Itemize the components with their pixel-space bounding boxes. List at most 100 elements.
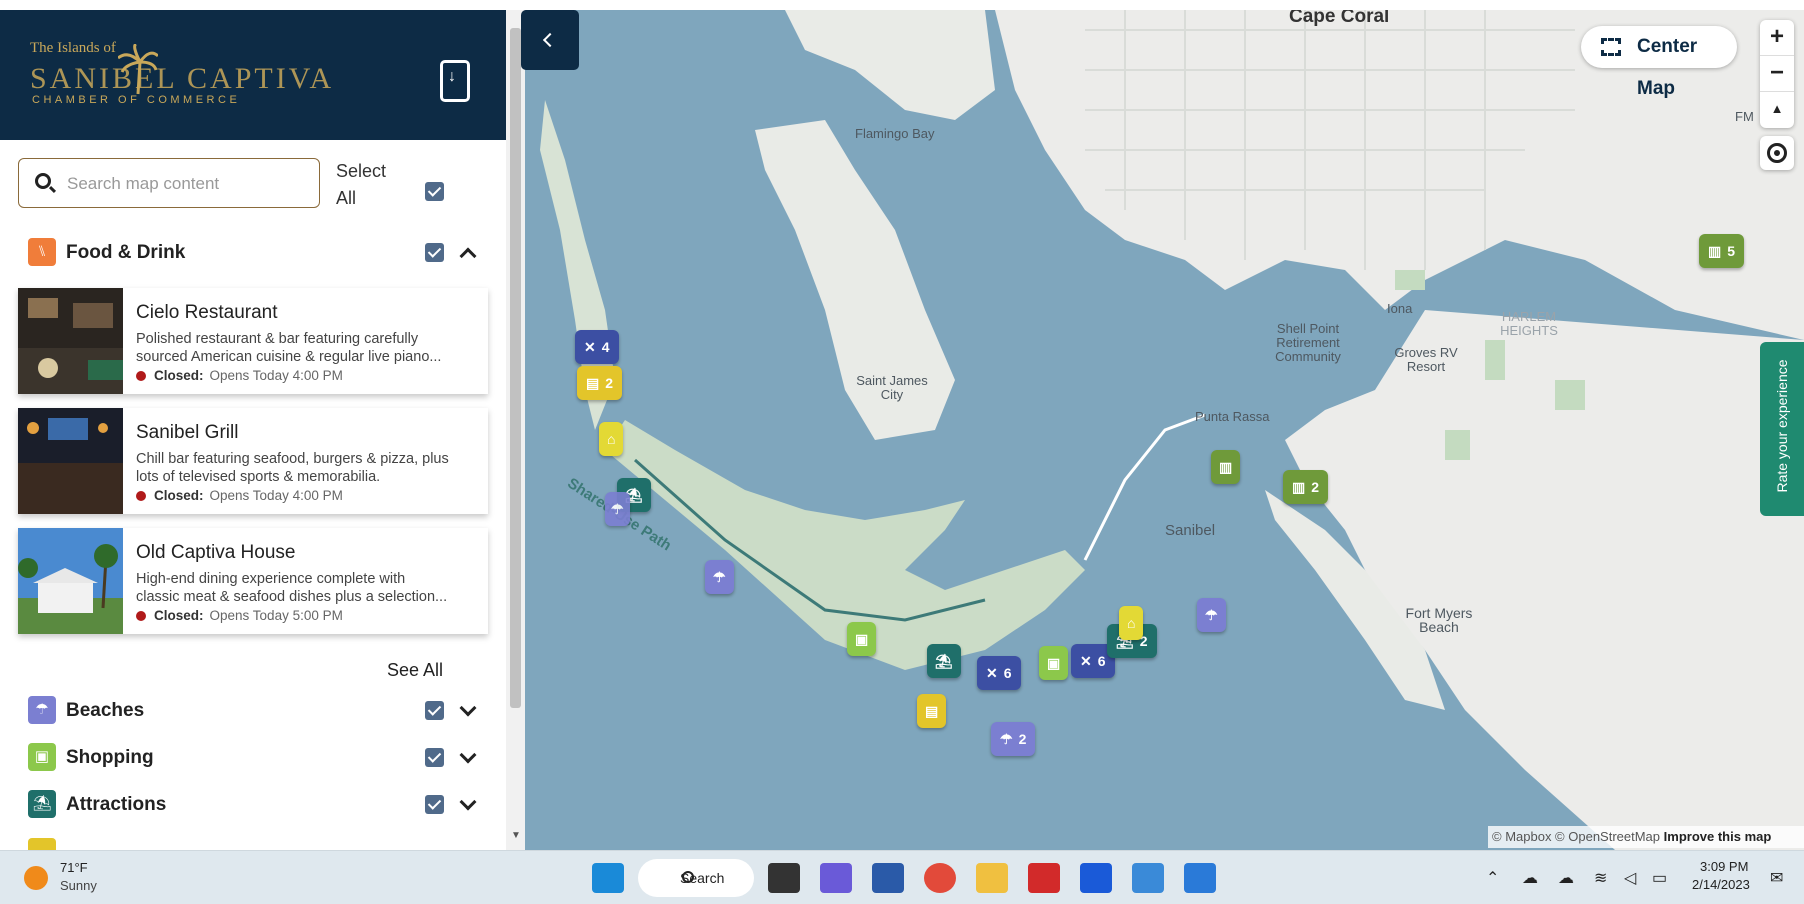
word-icon[interactable]: [872, 863, 904, 893]
marker-count: 6: [1097, 653, 1106, 669]
map-marker-building[interactable]: ▥ 5: [1699, 234, 1745, 268]
chrome-icon[interactable]: [924, 863, 956, 893]
zoom-in-button[interactable]: +: [1760, 20, 1794, 56]
select-all-checkbox[interactable]: [425, 182, 444, 201]
place-card-sanibel-grill[interactable]: Sanibel Grill Chill bar featuring seafoo…: [18, 408, 488, 514]
place-description: lots of televised sports & memorabilia.: [136, 469, 381, 485]
notification-icon[interactable]: ✉: [1770, 868, 1783, 888]
attraction-icon: ⛱: [28, 790, 56, 818]
attractions-checkbox[interactable]: [425, 795, 444, 814]
search-icon: [35, 173, 51, 189]
chevron-down-icon[interactable]: [459, 699, 477, 717]
map-marker-attraction[interactable]: ⛱: [927, 644, 961, 678]
map-marker-lodging[interactable]: ▤: [917, 694, 947, 728]
photos-icon[interactable]: [1184, 863, 1216, 893]
place-card-cielo[interactable]: Cielo Restaurant Polished restaurant & b…: [18, 288, 488, 394]
weather-temperature[interactable]: 71°F: [60, 860, 88, 875]
map-label: Sanibel: [1165, 522, 1216, 539]
map-marker-beach[interactable]: ☂: [605, 492, 630, 526]
improve-map-link[interactable]: Improve this map: [1664, 829, 1772, 844]
hours-text: Opens Today 5:00 PM: [209, 608, 343, 623]
chevron-down-icon[interactable]: [459, 793, 477, 811]
taskbar-search-button[interactable]: Search: [638, 859, 754, 897]
home-icon: ⌂: [1127, 615, 1136, 631]
map-marker-building[interactable]: ▥: [1211, 450, 1241, 484]
logo-line-1: The Islands of: [30, 40, 116, 56]
place-description: sourced American cuisine & regular live …: [136, 349, 442, 365]
clock-time[interactable]: 3:09 PM: [1700, 859, 1748, 874]
map-label: Flamingo Bay: [855, 126, 935, 141]
map-marker-beach[interactable]: ☂: [1197, 598, 1226, 632]
shopping-checkbox[interactable]: [425, 748, 444, 767]
sidebar-scrollbar[interactable]: ▼: [506, 10, 525, 850]
scrollbar-thumb[interactable]: [510, 28, 521, 708]
map-marker-food-drink[interactable]: ✕ 4: [575, 330, 619, 364]
map-label: FM: [1735, 109, 1754, 124]
rate-experience-tab[interactable]: Rate your experience: [1760, 342, 1804, 516]
place-status: Closed: Opens Today 4:00 PM: [136, 368, 343, 383]
beach-umbrella-icon: ☂: [28, 696, 56, 724]
map-label: Iona: [1387, 301, 1413, 316]
map-marker-lodging[interactable]: ▤ 2: [577, 366, 623, 400]
building-icon: ▥: [1708, 243, 1722, 259]
map-marker-food-drink[interactable]: ✕ 6: [977, 656, 1021, 690]
battery-icon[interactable]: ▭: [1652, 868, 1667, 888]
map-marker-shopping[interactable]: ▣: [1039, 646, 1069, 680]
map-label: HARLEM HEIGHTS: [1500, 309, 1558, 338]
place-description: classic meat & seafood dishes plus a sel…: [136, 589, 448, 605]
center-map-button[interactable]: Center Map: [1581, 26, 1737, 99]
onedrive-icon[interactable]: ☁: [1522, 868, 1538, 888]
scroll-down-arrow-icon[interactable]: ▼: [511, 830, 521, 841]
volume-icon[interactable]: ◁: [1624, 868, 1636, 888]
category-label-attractions: Attractions: [66, 794, 167, 815]
place-description: Chill bar featuring seafood, burgers & p…: [136, 451, 449, 467]
locate-me-button[interactable]: [1760, 136, 1794, 170]
map-marker-home[interactable]: ⌂: [599, 422, 624, 456]
map-canvas[interactable]: Cape Coral Flamingo Bay Saint James City…: [525, 10, 1804, 850]
search-box[interactable]: [18, 158, 320, 208]
utensils-icon: ✕: [986, 665, 998, 681]
file-explorer-icon[interactable]: [976, 863, 1008, 893]
map-marker-beach[interactable]: ☂: [705, 560, 734, 594]
map-marker-shopping[interactable]: ▣: [847, 622, 877, 656]
task-view-icon[interactable]: [768, 863, 800, 893]
map-label: Shell Point Retirement Community: [1275, 321, 1341, 364]
beaches-checkbox[interactable]: [425, 701, 444, 720]
place-card-old-captiva-house[interactable]: Old Captiva House High-end dining experi…: [18, 528, 488, 634]
attribution-text[interactable]: © Mapbox © OpenStreetMap: [1492, 829, 1660, 844]
utensils-icon: ✕: [584, 339, 596, 355]
wifi-icon[interactable]: ≋: [1594, 868, 1607, 888]
map-marker-beach[interactable]: ☂ 2: [991, 722, 1036, 756]
chevron-up-icon[interactable]: ⌃: [1486, 868, 1499, 888]
clock-date[interactable]: 2/14/2023: [1692, 877, 1750, 892]
building-icon: ▥: [1292, 479, 1306, 495]
category-label-beaches: Beaches: [66, 700, 145, 721]
map-marker-building[interactable]: ▥ 2: [1283, 470, 1329, 504]
chevron-down-icon[interactable]: [459, 746, 477, 764]
see-all-link[interactable]: See All: [387, 660, 443, 681]
food-drink-checkbox[interactable]: [425, 243, 444, 262]
collapse-sidebar-button[interactable]: [521, 10, 579, 70]
weather-condition[interactable]: Sunny: [60, 878, 97, 893]
zoom-controls: + − ▲: [1760, 20, 1794, 128]
map-label: Saint James City: [856, 373, 928, 402]
shopping-bag-icon: ▣: [1047, 655, 1061, 671]
cloud-sync-icon[interactable]: ☁: [1558, 868, 1574, 888]
brand-header: The Islands of SANIBEL CAPTIVA CHAMBER O…: [0, 10, 506, 140]
search-input[interactable]: [67, 171, 307, 197]
dropbox-icon[interactable]: [1080, 863, 1112, 893]
place-description: High-end dining experience complete with: [136, 571, 406, 587]
map-marker-home[interactable]: ⌂: [1119, 606, 1144, 640]
mobile-download-button[interactable]: [440, 60, 470, 102]
map-basemap: [525, 10, 1804, 850]
sun-icon[interactable]: [24, 866, 48, 890]
acrobat-icon[interactable]: [1028, 863, 1060, 893]
utensils-icon: ⑊: [28, 238, 56, 266]
rate-experience-label: Rate your experience: [1774, 359, 1790, 493]
teams-chat-icon[interactable]: [820, 863, 852, 893]
windows-start-icon[interactable]: [592, 863, 624, 893]
chevron-up-icon[interactable]: [459, 247, 477, 265]
compass-button[interactable]: ▲: [1760, 92, 1794, 128]
notepad-icon[interactable]: [1132, 863, 1164, 893]
zoom-out-button[interactable]: −: [1760, 56, 1794, 92]
